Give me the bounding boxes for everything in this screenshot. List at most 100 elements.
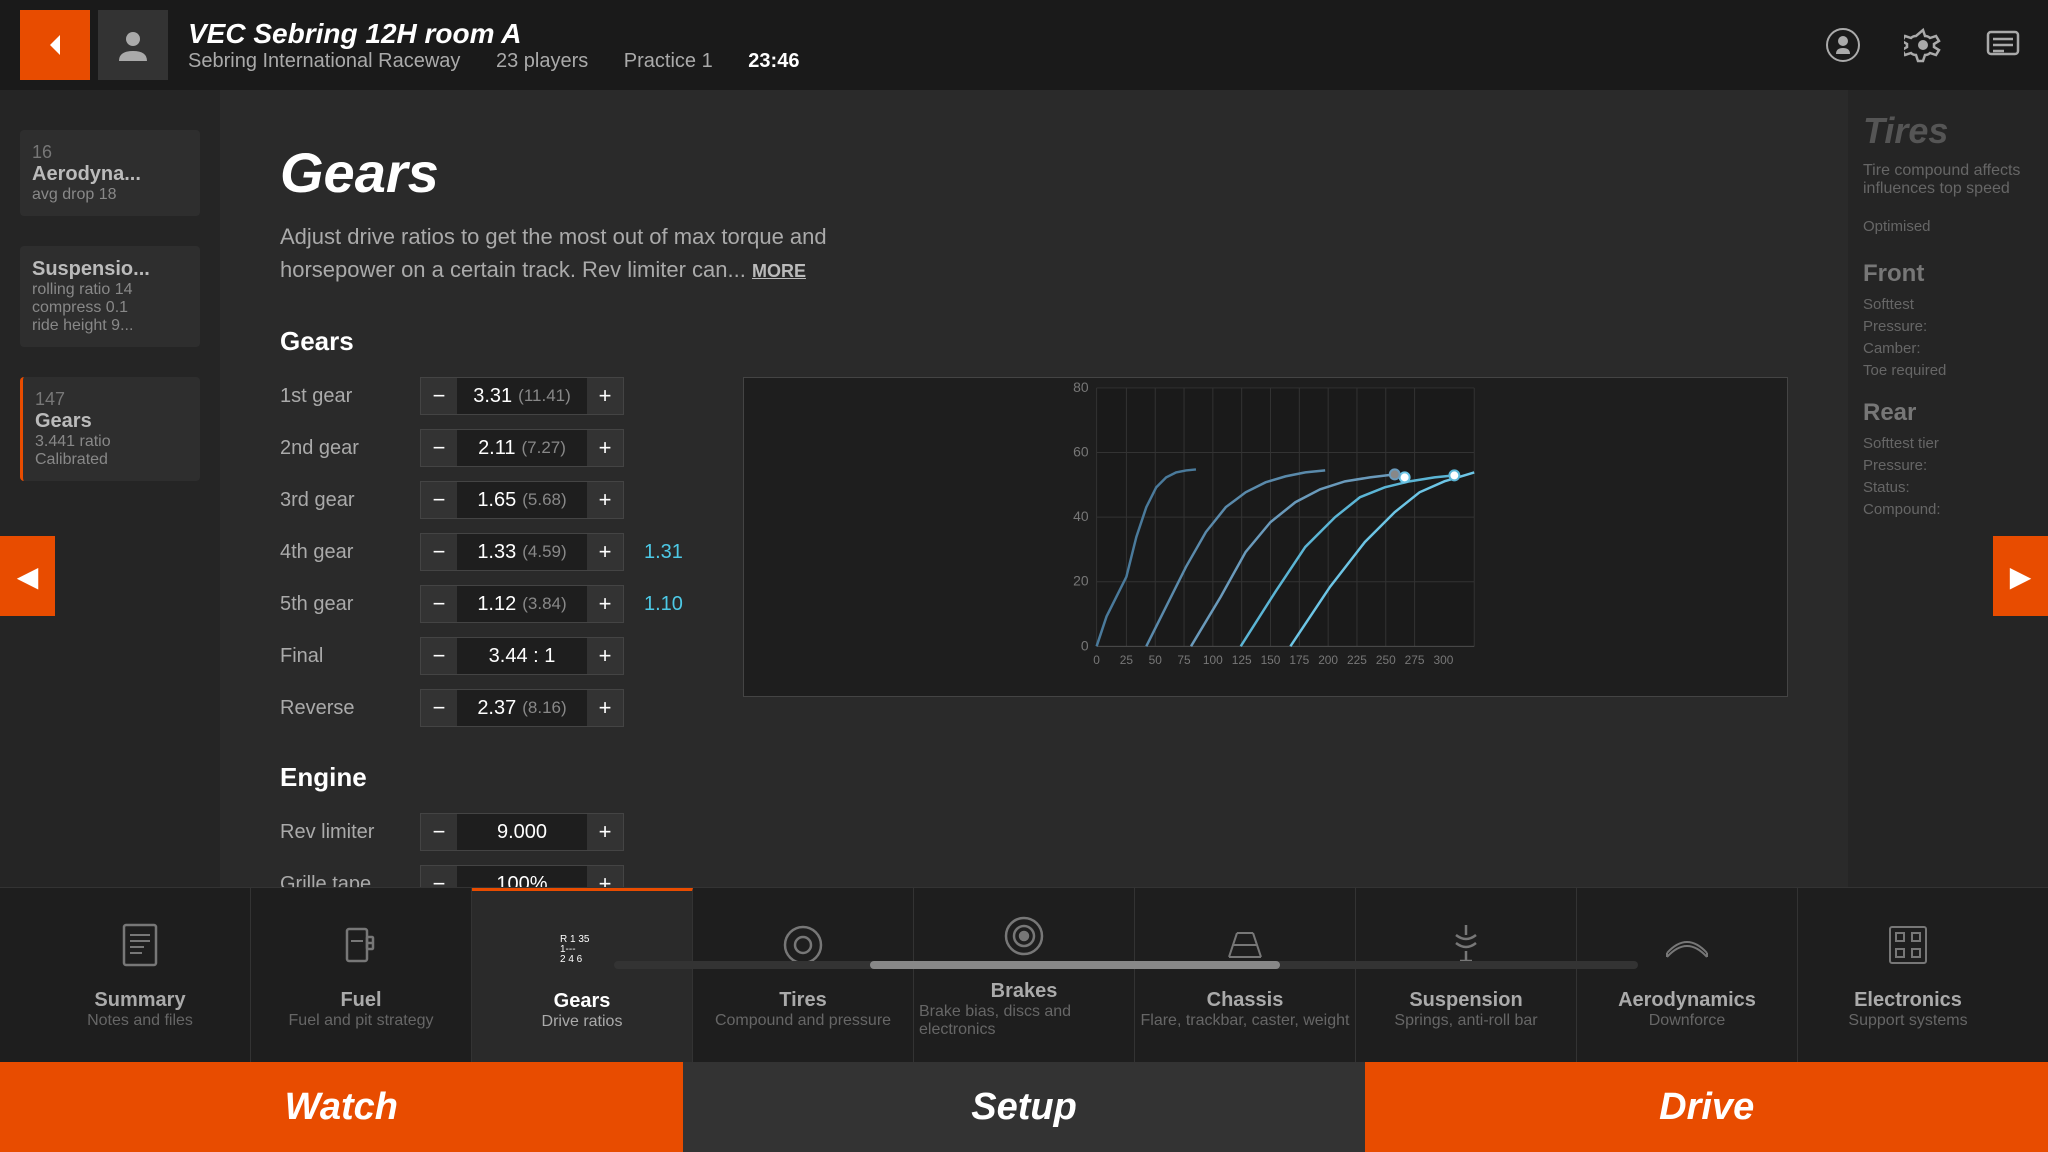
- engine-row-revlimiter: Rev limiter − 9.000 +: [280, 813, 683, 851]
- gear-row-1: 1st gear − 3.31 (11.41) +: [280, 377, 683, 415]
- sidebar-title: Gears: [35, 410, 188, 433]
- prev-section-button[interactable]: ◀: [0, 536, 55, 616]
- nav-item-electronics[interactable]: Electronics Support systems: [1798, 888, 2018, 1062]
- nav-sub-brakes: Brake bias, discs and electronics: [919, 1003, 1129, 1039]
- nav-item-tires[interactable]: Tires Compound and pressure: [693, 888, 914, 1062]
- gear-increment-2[interactable]: +: [587, 430, 623, 466]
- nav-title-aerodynamics: Aerodynamics: [1618, 989, 1756, 1012]
- svg-text:40: 40: [1073, 508, 1089, 524]
- rear-section-label: Rear: [1863, 399, 2033, 427]
- gear-value-4: 1.33 (4.59): [457, 534, 587, 570]
- nav-sub-gears: Drive ratios: [542, 1013, 623, 1031]
- front-section-label: Front: [1863, 260, 2033, 288]
- svg-text:175: 175: [1289, 653, 1309, 667]
- gear-decrement-reverse[interactable]: −: [421, 690, 457, 726]
- gear-label-3: 3rd gear: [280, 489, 410, 512]
- settings-icon-button[interactable]: [1898, 20, 1948, 70]
- gear-input-2: − 2.11 (7.27) +: [420, 429, 624, 467]
- gear-increment-3[interactable]: +: [587, 482, 623, 518]
- session-type: Practice 1: [624, 50, 713, 72]
- engine-increment-revlimiter[interactable]: +: [587, 814, 623, 850]
- gear-increment-final[interactable]: +: [587, 638, 623, 674]
- gear-increment-5[interactable]: +: [587, 586, 623, 622]
- chat-icon-button[interactable]: [1978, 20, 2028, 70]
- nav-title-tires: Tires: [779, 989, 826, 1012]
- bottom-scrollbar[interactable]: [614, 961, 1638, 969]
- gear-input-reverse: − 2.37 (8.16) +: [420, 689, 624, 727]
- gear-decrement-5[interactable]: −: [421, 586, 457, 622]
- nav-item-fuel[interactable]: Fuel Fuel and pit strategy: [251, 888, 472, 1062]
- svg-text:275: 275: [1405, 653, 1425, 667]
- nav-item-brakes[interactable]: Brakes Brake bias, discs and electronics: [914, 888, 1135, 1062]
- sidebar-num: 16: [32, 142, 188, 163]
- drive-tab[interactable]: Drive: [1365, 1062, 2048, 1152]
- setup-tab[interactable]: Setup: [683, 1062, 1366, 1152]
- header: VEC Sebring 12H room A Sebring Internati…: [0, 0, 2048, 90]
- svg-text:25: 25: [1120, 653, 1134, 667]
- session-timer: 23:46: [748, 50, 799, 72]
- right-sidebar: Tires Tire compound affectsinfluences to…: [1848, 90, 2048, 972]
- nav-item-aerodynamics[interactable]: Aerodynamics Downforce: [1577, 888, 1798, 1062]
- gear-value-2: 2.11 (7.27): [457, 430, 587, 466]
- svg-text:75: 75: [1177, 653, 1191, 667]
- gear-label-1: 1st gear: [280, 385, 410, 408]
- svg-text:200: 200: [1318, 653, 1338, 667]
- gear-row-3: 3rd gear − 1.65 (5.68) +: [280, 481, 683, 519]
- gear-decrement-1[interactable]: −: [421, 378, 457, 414]
- watch-tab-label: Watch: [285, 1086, 398, 1129]
- front-row-1: Pressure:: [1863, 318, 2033, 335]
- gear-input-4: − 1.33 (4.59) +: [420, 533, 624, 571]
- next-section-button[interactable]: ▶: [1993, 536, 2048, 616]
- gear-label-4: 4th gear: [280, 541, 410, 564]
- sidebar-item-suspension[interactable]: Suspensio... rolling ratio 14compress 0.…: [20, 246, 200, 347]
- sidebar-item-aerodynamics[interactable]: 16 Aerodyna... avg drop 18: [20, 130, 200, 216]
- engine-label-revlimiter: Rev limiter: [280, 821, 410, 844]
- gear-decrement-3[interactable]: −: [421, 482, 457, 518]
- gear-increment-4[interactable]: +: [587, 534, 623, 570]
- gear-row-reverse: Reverse − 2.37 (8.16) +: [280, 689, 683, 727]
- svg-text:125: 125: [1232, 653, 1252, 667]
- desc-text: Adjust drive ratios to get the most out …: [280, 224, 827, 282]
- page-description: Adjust drive ratios to get the most out …: [280, 220, 930, 286]
- nav-item-gears[interactable]: R 1 35 1--- 2 4 6 Gears Drive ratios: [472, 888, 693, 1062]
- watch-tab[interactable]: Watch: [0, 1062, 683, 1152]
- chevron-right-icon: ▶: [2010, 560, 2032, 593]
- gear-value-reverse: 2.37 (8.16): [457, 690, 587, 726]
- gear-value-3: 1.65 (5.68): [457, 482, 587, 518]
- gear-decrement-final[interactable]: −: [421, 638, 457, 674]
- more-link[interactable]: MORE: [752, 261, 806, 281]
- nav-sub-chassis: Flare, trackbar, caster, weight: [1141, 1012, 1350, 1030]
- nav-item-summary[interactable]: Summary Notes and files: [30, 888, 251, 1062]
- gear-input-1: − 3.31 (11.41) +: [420, 377, 624, 415]
- gear-input-5: − 1.12 (3.84) +: [420, 585, 624, 623]
- nav-sub-aerodynamics: Downforce: [1649, 1012, 1725, 1030]
- engine-decrement-revlimiter[interactable]: −: [421, 814, 457, 850]
- gear-decrement-4[interactable]: −: [421, 534, 457, 570]
- gear-input-3: − 1.65 (5.68) +: [420, 481, 624, 519]
- optimised-label: Optimised: [1863, 218, 2033, 235]
- nav-item-suspension[interactable]: Suspension Springs, anti-roll bar: [1356, 888, 1577, 1062]
- gear-increment-1[interactable]: +: [587, 378, 623, 414]
- nav-item-chassis[interactable]: Chassis Flare, trackbar, caster, weight: [1135, 888, 1356, 1062]
- sidebar-item-gears[interactable]: 147 Gears 3.441 ratioCalibrated: [20, 377, 200, 481]
- svg-text:20: 20: [1073, 573, 1089, 589]
- gear-row-final: Final − 3.44 : 1 +: [280, 637, 683, 675]
- svg-text:80: 80: [1073, 379, 1089, 395]
- back-button[interactable]: [20, 10, 90, 80]
- profile-icon-button[interactable]: [1818, 20, 1868, 70]
- nav-title-fuel: Fuel: [340, 989, 381, 1012]
- gear-decrement-2[interactable]: −: [421, 430, 457, 466]
- nav-sub-suspension: Springs, anti-roll bar: [1394, 1012, 1537, 1030]
- setup-layout: 1st gear − 3.31 (11.41) + 2nd gear − 2.1…: [280, 377, 1788, 972]
- svg-text:50: 50: [1149, 653, 1163, 667]
- gear-label-2: 2nd gear: [280, 437, 410, 460]
- page-title: Gears: [280, 140, 1788, 205]
- user-button[interactable]: [98, 10, 168, 80]
- bottom-nav: Summary Notes and files Fuel Fuel and pi…: [0, 887, 2048, 1062]
- nav-sub-summary: Notes and files: [87, 1012, 193, 1030]
- scrollbar-thumb[interactable]: [870, 961, 1280, 969]
- gear-increment-reverse[interactable]: +: [587, 690, 623, 726]
- footer-tabs: Watch Setup Drive: [0, 1062, 2048, 1152]
- nav-title-brakes: Brakes: [991, 980, 1058, 1003]
- front-row-3: Toe required: [1863, 362, 2033, 379]
